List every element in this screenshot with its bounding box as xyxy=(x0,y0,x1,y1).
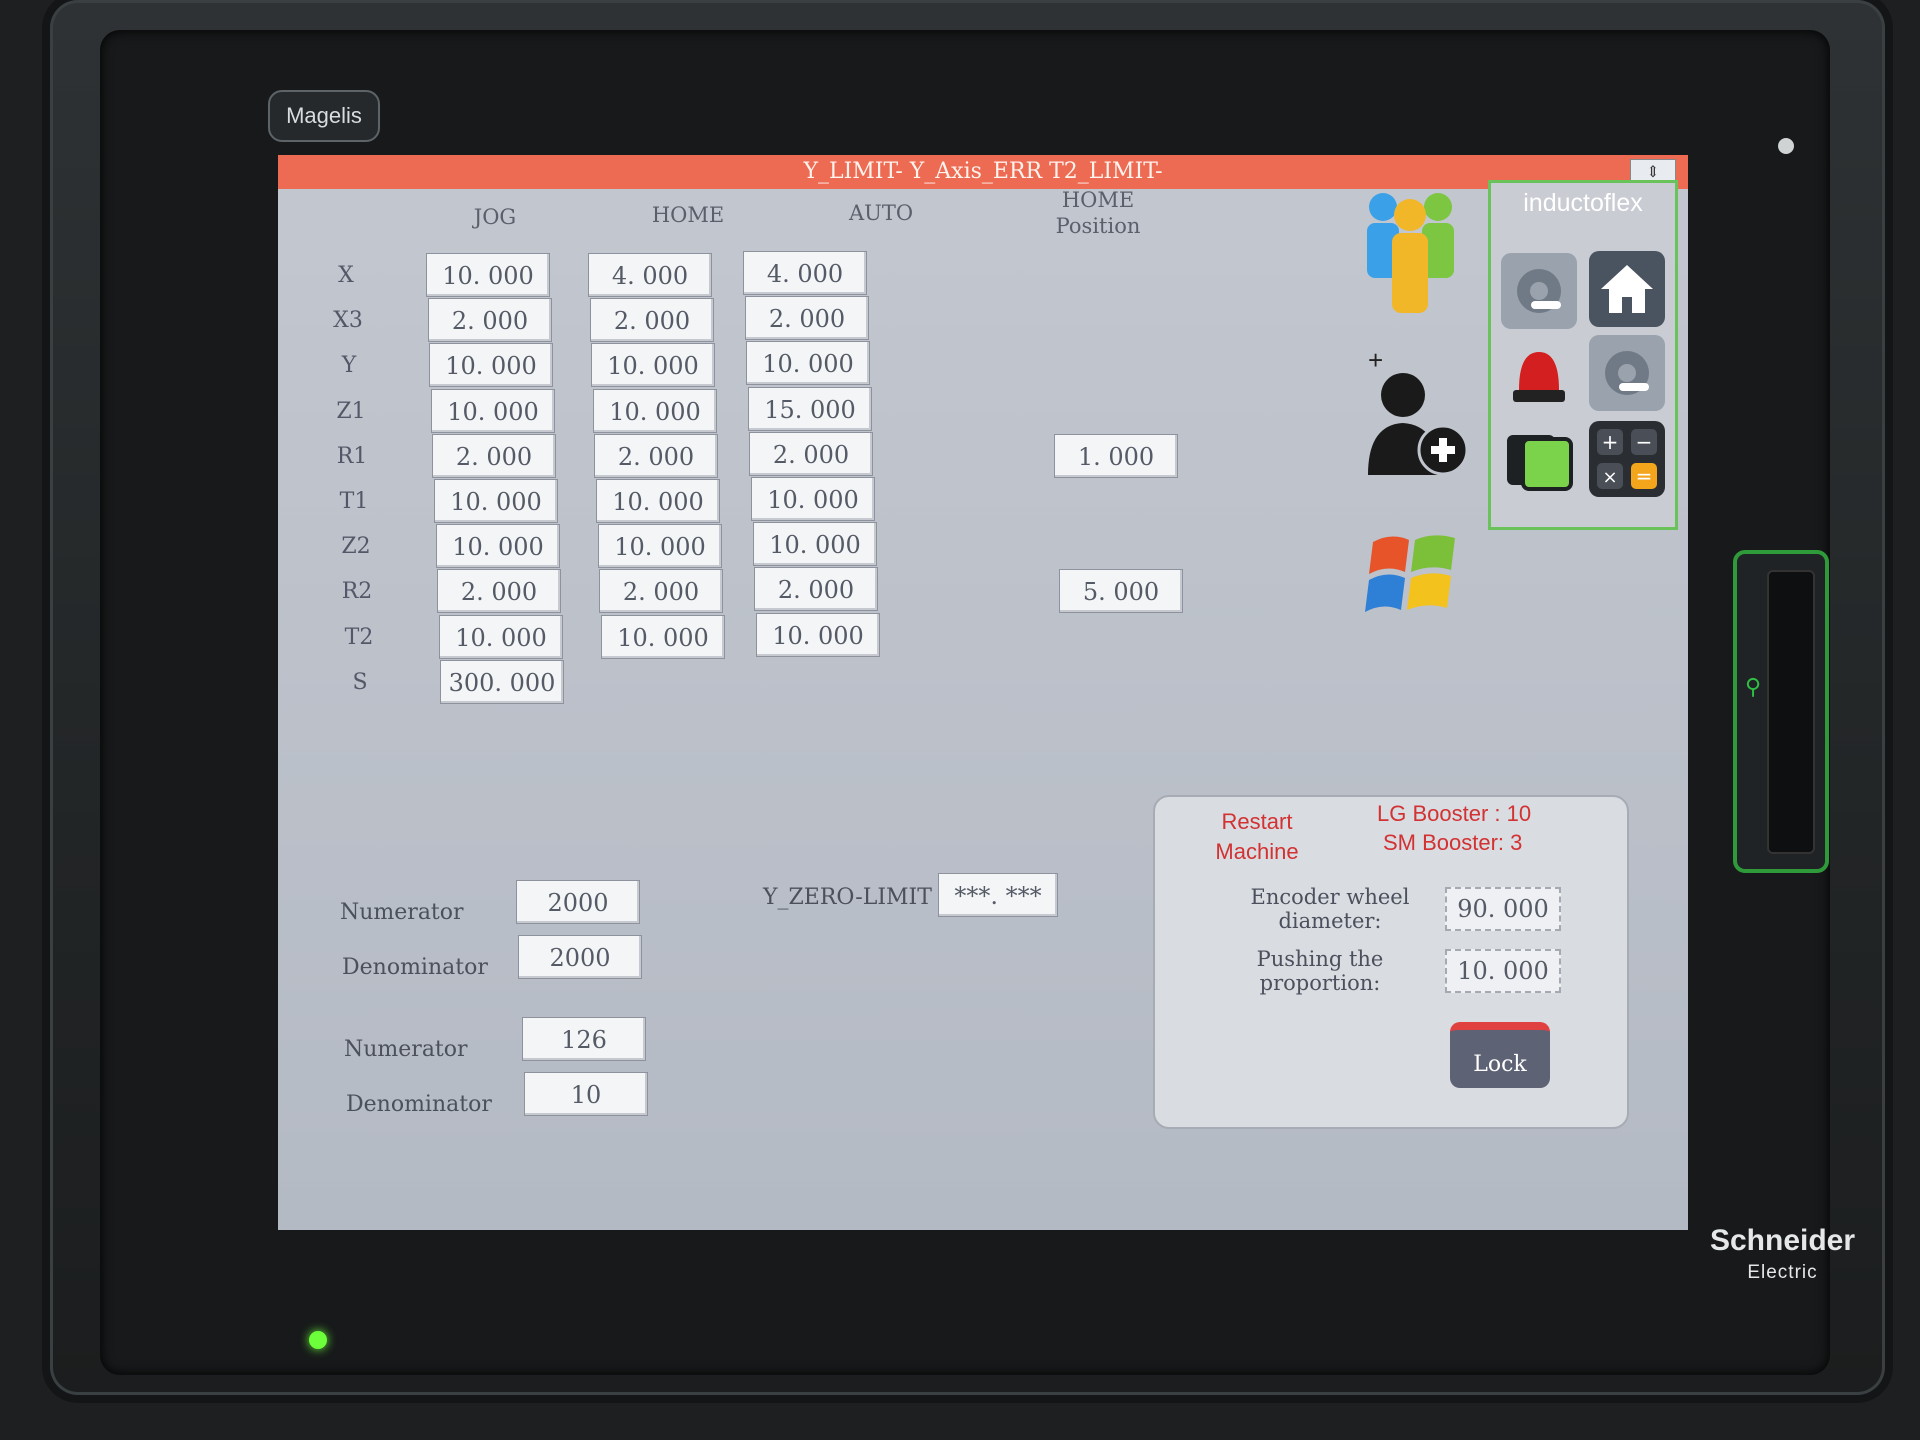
pushing-line2: proportion: xyxy=(1259,971,1381,995)
settings-gear-2-icon[interactable] xyxy=(1589,335,1665,411)
z2-auto-field[interactable]: 10. 000 xyxy=(753,522,877,566)
svg-text:×: × xyxy=(1602,467,1617,488)
home-position-line2: Position xyxy=(1055,214,1141,238)
row-label: R2 xyxy=(341,579,373,604)
pushing-proportion-field[interactable]: 10. 000 xyxy=(1445,949,1561,993)
z2-home-field[interactable]: 10. 000 xyxy=(598,524,722,568)
lg-booster-status: LG Booster : 10 xyxy=(1377,801,1532,826)
home-position-line1: HOME xyxy=(1061,188,1135,212)
usb-slot-opening xyxy=(1767,570,1815,854)
svg-text:+: + xyxy=(1602,430,1619,454)
s-jog-field[interactable]: 300. 000 xyxy=(440,660,564,704)
pushing-proportion-label: Pushing the proportion: xyxy=(1210,947,1430,995)
magelis-badge: Magelis xyxy=(268,90,380,142)
restart-line1: Restart xyxy=(1221,809,1293,834)
usb-icon: ⚲ xyxy=(1745,674,1762,699)
z1-auto-field[interactable]: 15. 000 xyxy=(748,387,872,431)
restart-machine-button[interactable]: Restart Machine xyxy=(1207,807,1307,867)
svg-text:−: − xyxy=(1636,430,1653,454)
sm-booster-status: SM Booster: 3 xyxy=(1383,830,1523,855)
encoder-wheel-field[interactable]: 90. 000 xyxy=(1445,887,1561,931)
encoder-line1: Encoder wheel xyxy=(1250,885,1410,909)
home-icon[interactable] xyxy=(1589,251,1665,327)
r1-jog-field[interactable]: 2. 000 xyxy=(432,434,556,478)
x3-jog-field[interactable]: 2. 000 xyxy=(428,298,552,342)
numerator-field-2[interactable]: 126 xyxy=(522,1017,646,1061)
alarm-siren-icon[interactable] xyxy=(1501,338,1577,414)
lock-button[interactable]: Lock xyxy=(1450,1022,1550,1088)
schneider-logo: Schneider Electric xyxy=(1700,1225,1865,1295)
y-home-field[interactable]: 10. 000 xyxy=(591,343,715,387)
y-zero-limit-label: Y_ZERO-LIMIT xyxy=(763,885,932,910)
denominator-field-1[interactable]: 2000 xyxy=(518,935,642,979)
brand-line1: Schneider xyxy=(1709,1224,1856,1257)
users-group-icon[interactable] xyxy=(1353,185,1468,320)
row-label: T1 xyxy=(339,489,369,514)
numerator-label-1: Numerator xyxy=(340,900,464,925)
r2-home-position-field[interactable]: 5. 000 xyxy=(1059,569,1183,613)
x-jog-field[interactable]: 10. 000 xyxy=(426,253,550,297)
y-zero-limit-field[interactable]: ***. *** xyxy=(938,873,1058,917)
row-label: S xyxy=(352,670,368,695)
windows-icon[interactable] xyxy=(1363,530,1463,615)
z2-jog-field[interactable]: 10. 000 xyxy=(436,524,560,568)
r2-jog-field[interactable]: 2. 000 xyxy=(437,569,561,613)
row-label: T2 xyxy=(344,625,374,650)
numerator-field-1[interactable]: 2000 xyxy=(516,880,640,924)
r2-home-field[interactable]: 2. 000 xyxy=(599,569,723,613)
alarm-banner[interactable]: Y_LIMIT- Y_Axis_ERR T2_LIMIT- ⇕ xyxy=(278,155,1688,189)
x-auto-field[interactable]: 4. 000 xyxy=(743,251,867,295)
t1-jog-field[interactable]: 10. 000 xyxy=(434,479,558,523)
row-label: Z1 xyxy=(336,399,366,424)
t2-jog-field[interactable]: 10. 000 xyxy=(439,615,563,659)
x3-home-field[interactable]: 2. 000 xyxy=(590,298,714,342)
r2-auto-field[interactable]: 2. 000 xyxy=(754,567,878,611)
denominator-label-2: Denominator xyxy=(346,1092,492,1117)
t2-home-field[interactable]: 10. 000 xyxy=(601,615,725,659)
switch-screen-icon[interactable] xyxy=(1501,423,1577,499)
power-led xyxy=(309,1331,327,1349)
y-jog-field[interactable]: 10. 000 xyxy=(429,343,553,387)
usb-slot: ⚲ xyxy=(1733,550,1829,873)
row-label: X3 xyxy=(333,308,363,333)
column-header-home-position: HOME Position xyxy=(1018,187,1178,239)
encoder-line2: diameter: xyxy=(1278,909,1382,933)
row-label: Y xyxy=(341,353,357,378)
machine-settings-panel: Restart Machine LG Booster : 10 SM Boost… xyxy=(1153,795,1629,1129)
row-label: X xyxy=(338,263,354,288)
settings-gear-icon[interactable] xyxy=(1501,253,1577,329)
z1-jog-field[interactable]: 10. 000 xyxy=(431,389,555,433)
side-menu-panel: inductoflex + − × = xyxy=(1488,180,1678,530)
alarm-text: Y_LIMIT- Y_Axis_ERR T2_LIMIT- xyxy=(803,159,1163,184)
z1-home-field[interactable]: 10. 000 xyxy=(593,389,717,433)
pushing-line1: Pushing the xyxy=(1256,947,1384,971)
add-user-icon[interactable] xyxy=(1363,365,1473,480)
encoder-wheel-label: Encoder wheel diameter: xyxy=(1220,885,1440,933)
row-label: Z2 xyxy=(341,534,371,559)
r1-home-position-field[interactable]: 1. 000 xyxy=(1054,434,1178,478)
hmi-screen: Y_LIMIT- Y_Axis_ERR T2_LIMIT- ⇕ JOG HOME… xyxy=(278,155,1688,1230)
denominator-label-1: Denominator xyxy=(342,955,488,980)
calculator-icon[interactable]: + − × = xyxy=(1589,421,1665,497)
denominator-field-2[interactable]: 10 xyxy=(524,1072,648,1116)
svg-text:=: = xyxy=(1636,464,1653,488)
numerator-label-2: Numerator xyxy=(344,1037,468,1062)
column-header-jog: JOG xyxy=(473,205,517,229)
x3-auto-field[interactable]: 2. 000 xyxy=(745,296,869,340)
restart-line2: Machine xyxy=(1215,839,1299,864)
row-label: R1 xyxy=(336,444,368,469)
column-header-home: HOME xyxy=(651,203,725,227)
t1-auto-field[interactable]: 10. 000 xyxy=(751,477,875,521)
x-home-field[interactable]: 4. 000 xyxy=(588,253,712,297)
sensor-dot xyxy=(1778,138,1794,154)
y-auto-field[interactable]: 10. 000 xyxy=(746,341,870,385)
r1-home-field[interactable]: 2. 000 xyxy=(594,434,718,478)
r1-auto-field[interactable]: 2. 000 xyxy=(749,432,873,476)
brand-line2: Electric xyxy=(1747,1262,1818,1283)
column-header-auto: AUTO xyxy=(848,201,914,225)
t2-auto-field[interactable]: 10. 000 xyxy=(756,613,880,657)
t1-home-field[interactable]: 10. 000 xyxy=(596,479,720,523)
inductoflex-logo: inductoflex xyxy=(1523,189,1643,217)
